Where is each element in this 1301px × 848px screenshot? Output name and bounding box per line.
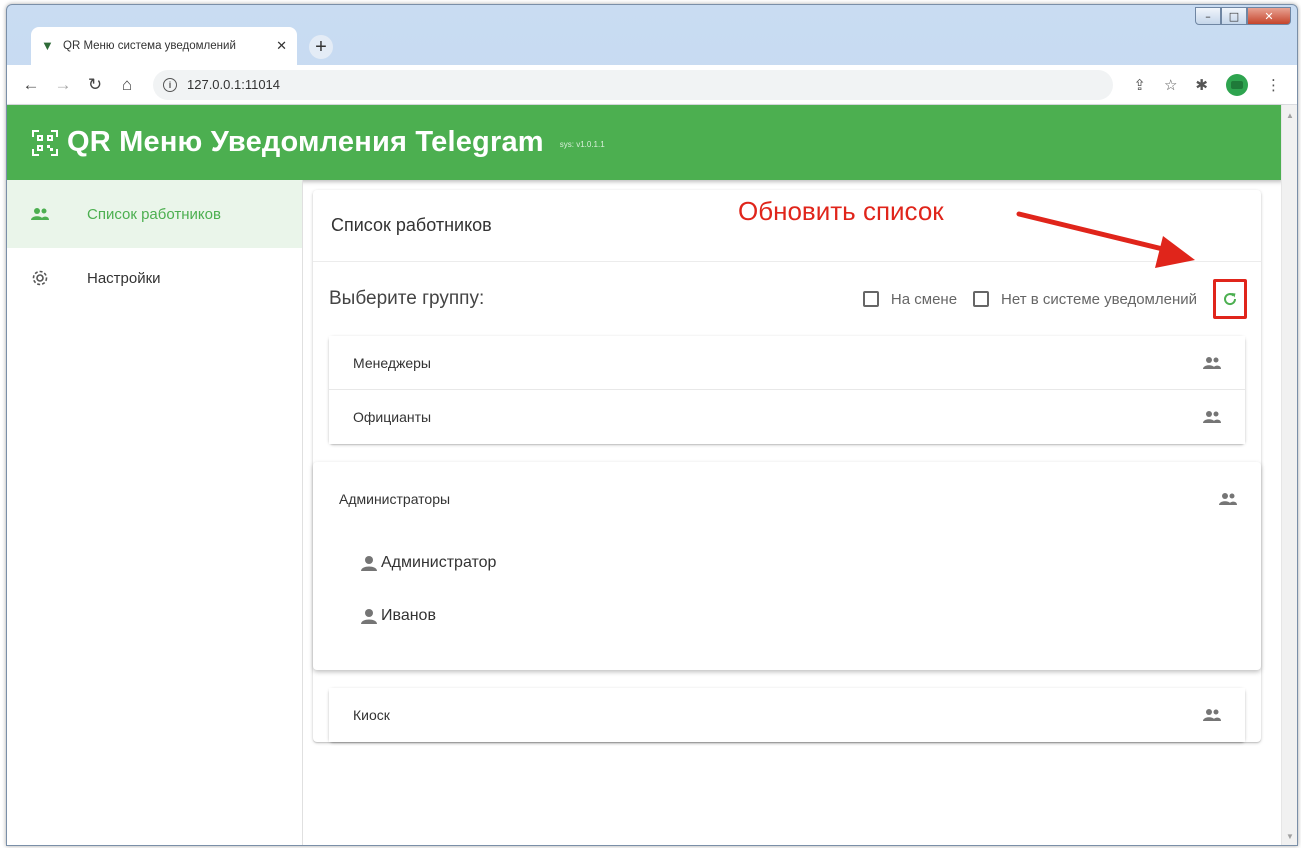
group-name: Администраторы: [339, 491, 451, 507]
back-icon[interactable]: ←: [17, 71, 45, 99]
group-name: Киоск: [353, 707, 390, 723]
close-window-button[interactable]: ✕: [1247, 7, 1291, 25]
people-icon: [31, 207, 87, 221]
not-in-system-checkbox[interactable]: [973, 291, 990, 307]
app-header: QR Меню Уведомления Telegram sys: v1.0.1…: [7, 105, 1283, 180]
window-controls: – □ ✕: [1195, 7, 1291, 25]
gear-icon: [31, 269, 87, 287]
maximize-button[interactable]: □: [1221, 7, 1247, 25]
group-select-label: Выберите группу:: [329, 288, 485, 309]
people-icon: [1203, 356, 1221, 369]
extensions-icon[interactable]: ✱: [1195, 76, 1208, 94]
share-icon[interactable]: ⇪: [1133, 76, 1146, 94]
user-name: Иванов: [381, 606, 436, 624]
menu-kebab-icon[interactable]: ⋮: [1266, 76, 1281, 94]
minimize-button[interactable]: –: [1195, 7, 1221, 25]
filter-not-in-system[interactable]: Нет в системе уведомлений: [973, 291, 1197, 308]
new-tab-button[interactable]: +: [309, 35, 333, 59]
user-row[interactable]: Иванов: [313, 589, 1261, 642]
address-bar[interactable]: i 127.0.0.1:11014: [153, 69, 1113, 100]
user-row[interactable]: Администратор: [313, 536, 1261, 589]
bookmark-star-icon[interactable]: ☆: [1164, 76, 1177, 94]
app-title: QR Меню Уведомления Telegram: [67, 126, 544, 158]
group-panel-admins-expanded: Администраторы Администратор Иванов: [313, 462, 1261, 670]
person-icon: [361, 555, 377, 571]
annotation-label: Обновить список: [738, 196, 944, 226]
qr-code-icon: [32, 129, 58, 156]
home-icon[interactable]: ⌂: [113, 71, 141, 99]
page-scrollbar[interactable]: ▲ ▼: [1281, 105, 1297, 845]
browser-tab[interactable]: ▼ QR Меню система уведомлений ✕: [31, 27, 297, 65]
people-icon: [1203, 411, 1221, 423]
profile-avatar[interactable]: [1226, 73, 1248, 96]
groups-panel-bottom: Киоск: [329, 688, 1245, 742]
group-panel-managers[interactable]: Менеджеры: [329, 336, 1245, 390]
person-icon: [361, 608, 377, 624]
tab-close-icon[interactable]: ✕: [276, 38, 287, 54]
group-name: Официанты: [353, 409, 432, 425]
sidebar: Список работников Настройки: [7, 180, 303, 845]
filter-on-shift[interactable]: На смене: [862, 290, 958, 308]
info-icon[interactable]: i: [163, 77, 177, 92]
browser-window: ▼ QR Меню система уведомлений ✕ + – □ ✕ …: [6, 4, 1298, 846]
on-shift-checkbox[interactable]: [862, 291, 879, 307]
filters: На смене Нет в системе уведомлений: [862, 279, 1247, 319]
sidebar-item-settings[interactable]: Настройки: [7, 248, 302, 308]
group-panel-waiters[interactable]: Официанты: [329, 390, 1245, 444]
admins-user-list: Администратор Иванов: [313, 536, 1261, 670]
group-panel-kiosk[interactable]: Киоск: [329, 688, 1245, 742]
toolbar-actions: ⇪ ☆ ✱ ⋮: [1133, 73, 1287, 96]
scroll-down-icon[interactable]: ▼: [1286, 832, 1294, 841]
sidebar-item-label: Список работников: [87, 205, 221, 223]
forward-icon[interactable]: →: [49, 71, 77, 99]
tab-title: QR Меню система уведомлений: [63, 40, 236, 52]
vue-logo-icon: ▼: [41, 38, 54, 53]
sidebar-item-employees[interactable]: Список работников: [7, 180, 302, 248]
group-name: Менеджеры: [353, 354, 431, 371]
people-icon: [1203, 709, 1221, 721]
people-icon: [1219, 493, 1237, 505]
group-panel-admins[interactable]: Администраторы: [313, 462, 1261, 536]
refresh-button[interactable]: [1213, 279, 1247, 319]
annotation-arrow-icon: [1016, 211, 1195, 268]
groups-panel-top: Менеджеры Официанты: [329, 336, 1245, 444]
browser-toolbar: ← → ↻ ⌂ i 127.0.0.1:11014 ⇪ ☆ ✱ ⋮: [7, 65, 1297, 105]
filter-label: Нет в системе уведомлений: [1001, 290, 1197, 308]
filter-label: На смене: [890, 290, 958, 308]
sidebar-item-label: Настройки: [87, 269, 161, 287]
refresh-icon: [1224, 293, 1237, 306]
tab-strip: ▼ QR Меню система уведомлений ✕ + – □ ✕: [7, 5, 1297, 65]
url-text: 127.0.0.1:11014: [187, 77, 281, 92]
scroll-up-icon[interactable]: ▲: [1286, 111, 1294, 120]
version-label: sys: v1.0.1.1: [559, 140, 605, 149]
user-name: Администратор: [381, 553, 497, 571]
reload-icon[interactable]: ↻: [81, 71, 109, 99]
